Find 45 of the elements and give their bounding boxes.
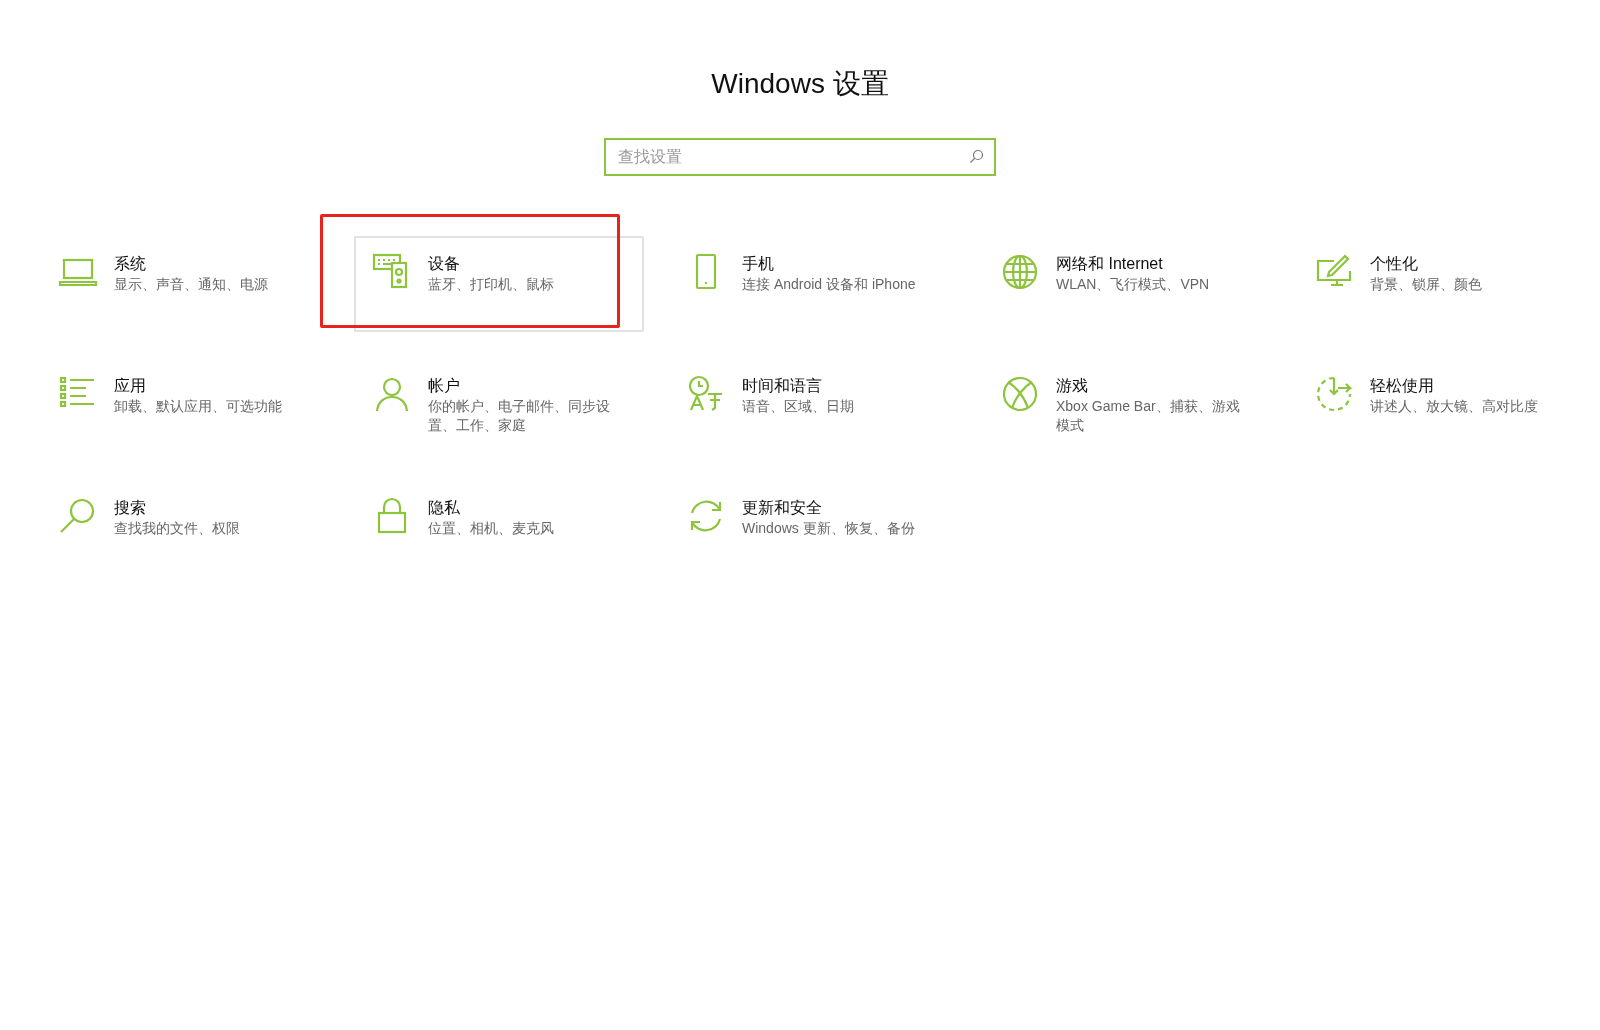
tile-title: 更新和安全 xyxy=(742,498,823,518)
tile-title: 网络和 Internet xyxy=(1056,254,1164,274)
tile-description: 讲述人、放大镜、高对比度 xyxy=(1370,397,1539,416)
tile-description: 连接 Android 设备和 iPhone xyxy=(742,275,917,294)
settings-tile[interactable]: 系统 显示、声音、通知、电源 xyxy=(40,236,330,332)
tile-title: 应用 xyxy=(114,376,147,396)
tile-title: 游戏 xyxy=(1056,376,1089,396)
tile-title: 系统 xyxy=(114,254,147,274)
settings-tile[interactable]: 设备 蓝牙、打印机、鼠标 xyxy=(354,236,644,332)
tile-description: 位置、相机、麦克风 xyxy=(428,519,555,538)
tile-title: 帐户 xyxy=(428,376,461,396)
tile-description: WLAN、飞行模式、VPN xyxy=(1056,275,1211,294)
settings-tile[interactable]: 应用 卸载、默认应用、可选功能 xyxy=(40,358,330,454)
tile-title: 个性化 xyxy=(1370,254,1419,274)
tile-description: 你的帐户、电子邮件、同步设置、工作、家庭 xyxy=(428,397,611,435)
search-icon xyxy=(969,149,984,164)
tile-description: Windows 更新、恢复、备份 xyxy=(742,519,916,538)
xbox-icon xyxy=(1000,374,1040,414)
settings-tile[interactable]: 轻松使用 讲述人、放大镜、高对比度 xyxy=(1296,358,1586,454)
tile-title: 手机 xyxy=(742,254,775,274)
settings-tile[interactable]: 游戏 Xbox Game Bar、捕获、游戏模式 xyxy=(982,358,1272,454)
window-title: Windows 设置 xyxy=(711,67,889,101)
tile-description: 背景、锁屏、颜色 xyxy=(1370,275,1483,294)
dashed-circle-arrow-icon xyxy=(1314,374,1354,414)
tile-description: Xbox Game Bar、捕获、游戏模式 xyxy=(1056,397,1241,435)
tile-description: 蓝牙、打印机、鼠标 xyxy=(428,275,555,294)
tile-description: 卸载、默认应用、可选功能 xyxy=(114,397,283,416)
tile-description: 语音、区域、日期 xyxy=(742,397,855,416)
tile-title: 搜索 xyxy=(114,498,147,518)
tile-title: 时间和语言 xyxy=(742,376,823,396)
globe-icon xyxy=(1000,252,1040,292)
tile-description: 查找我的文件、权限 xyxy=(114,519,241,538)
settings-tile[interactable]: 时间和语言 语音、区域、日期 xyxy=(668,358,958,454)
settings-tile[interactable]: 搜索 查找我的文件、权限 xyxy=(40,480,330,576)
settings-tile[interactable]: 网络和 Internet WLAN、飞行模式、VPN xyxy=(982,236,1272,332)
tile-title: 设备 xyxy=(428,254,461,274)
tile-title: 轻松使用 xyxy=(1370,376,1435,396)
settings-tile[interactable]: 个性化 背景、锁屏、颜色 xyxy=(1296,236,1586,332)
settings-tile[interactable]: 帐户 你的帐户、电子邮件、同步设置、工作、家庭 xyxy=(354,358,644,454)
tile-title: 隐私 xyxy=(428,498,461,518)
settings-tile[interactable]: 更新和安全 Windows 更新、恢复、备份 xyxy=(668,480,958,576)
tile-description: 显示、声音、通知、电源 xyxy=(114,275,269,294)
search-field[interactable]: 查找设置 xyxy=(604,138,996,176)
settings-tile[interactable]: 手机 连接 Android 设备和 iPhone xyxy=(668,236,958,332)
settings-tile[interactable]: 隐私 位置、相机、麦克风 xyxy=(354,480,644,576)
